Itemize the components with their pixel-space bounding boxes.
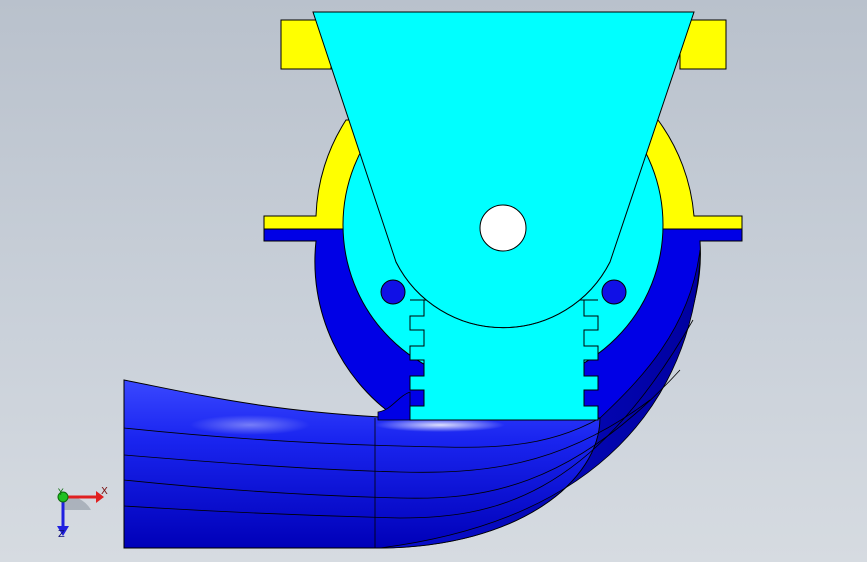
- shaft-hole: [479, 204, 527, 252]
- model-view[interactable]: [0, 0, 867, 562]
- axis-x-label: X: [101, 486, 108, 497]
- elbow-highlight-2: [190, 415, 310, 435]
- graphics-viewport[interactable]: X Y Z: [0, 0, 867, 562]
- ball-left: [380, 279, 406, 305]
- axis-z-label: Z: [58, 529, 65, 540]
- axis-y-label: Y: [58, 488, 64, 498]
- ball-right: [601, 279, 627, 305]
